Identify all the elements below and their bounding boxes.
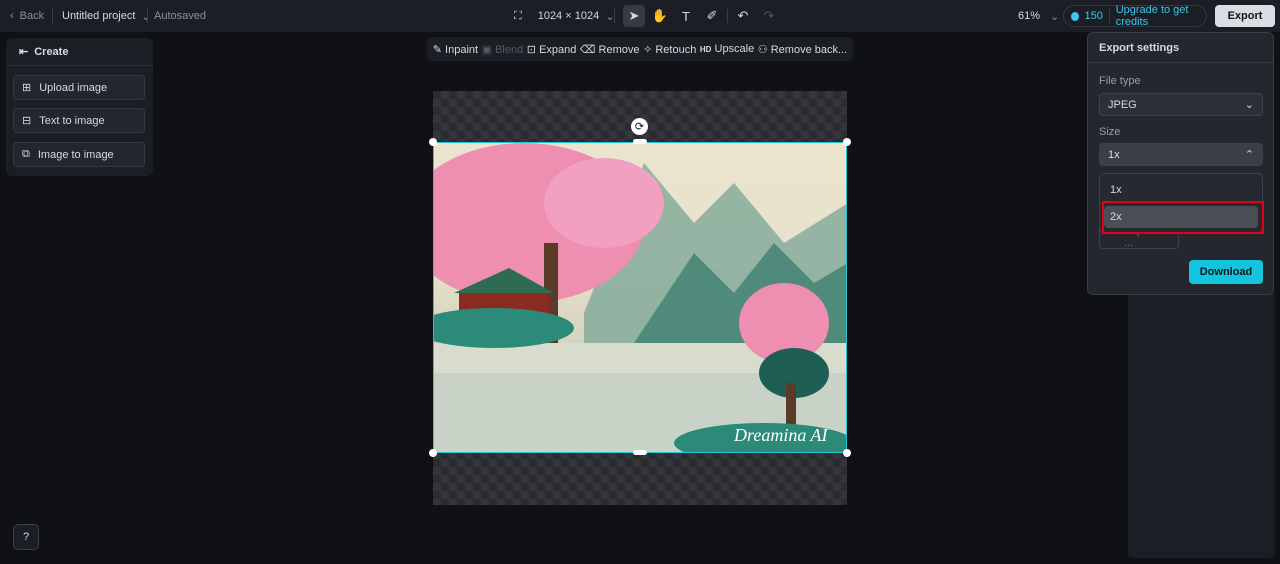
divider: [727, 9, 728, 23]
inpaint-icon: ✎: [432, 43, 442, 56]
text-tool-icon[interactable]: T: [675, 5, 697, 27]
remove-button[interactable]: ⌫ Remove: [580, 43, 640, 56]
text-to-image-button[interactable]: ⊟ Text to image: [13, 108, 145, 133]
download-button[interactable]: Download: [1189, 260, 1263, 284]
file-type-label: File type: [1099, 75, 1141, 87]
expand-button[interactable]: ⊡ Expand: [527, 43, 577, 56]
resize-icon: ⛶: [514, 9, 522, 22]
label: Upscale: [714, 43, 755, 55]
hd-icon: HD: [699, 45, 712, 54]
hand-tool-icon[interactable]: ✋: [649, 5, 671, 27]
autosaved-status: Autosaved: [154, 10, 206, 22]
redo-icon[interactable]: ↷: [758, 5, 780, 27]
project-name-dropdown[interactable]: Untitled project ⌄: [62, 0, 151, 32]
image-image-icon: ⧉: [22, 148, 30, 160]
chevron-left-icon: ‹: [10, 10, 14, 22]
resize-handle[interactable]: [429, 138, 437, 146]
divider: [1108, 9, 1110, 23]
upload-icon: ⊞: [22, 82, 32, 94]
remove-bg-icon: ⚇: [757, 43, 768, 56]
highlight-box: [1102, 201, 1264, 234]
edit-toolbar: ✎ Inpaint ▣ Blend ⊡ Expand ⌫ Remove ✧ Re…: [427, 37, 853, 61]
expand-icon: ⊡: [526, 43, 536, 56]
divider: [52, 9, 53, 23]
size-label: Size: [1099, 126, 1121, 138]
chevron-down-icon: ⌄: [141, 10, 151, 23]
label: Expand: [539, 43, 577, 56]
help-button[interactable]: ?: [13, 524, 39, 550]
label: Inpaint: [445, 43, 479, 56]
canvas-image[interactable]: Dreamina AI: [433, 142, 847, 453]
panel-title: Export settings: [1088, 33, 1273, 63]
value: 1x: [1108, 148, 1120, 161]
canvas-size: 1024 × 1024: [537, 10, 600, 22]
chevron-down-icon: ⌄: [1050, 10, 1060, 23]
blend-icon: ▣: [481, 43, 493, 56]
help-icon: ?: [22, 531, 30, 543]
undo-icon[interactable]: ↶: [732, 5, 754, 27]
label: Image to image: [37, 148, 114, 161]
resize-handle[interactable]: [633, 450, 647, 455]
watermark: Dreamina AI: [733, 425, 828, 445]
blend-button[interactable]: ▣ Blend: [482, 43, 524, 56]
resize-handle[interactable]: [843, 138, 851, 146]
label: Remove: [598, 43, 640, 56]
resize-handle[interactable]: [633, 139, 647, 144]
back-button[interactable]: ‹ Back: [10, 0, 44, 32]
resize-handle[interactable]: [843, 449, 851, 457]
label: Blend: [495, 43, 524, 56]
divider: [147, 9, 148, 23]
project-name: Untitled project: [62, 10, 136, 22]
retouch-button[interactable]: ✧ Retouch: [643, 43, 696, 56]
chevron-up-icon: ⌃: [1244, 149, 1254, 161]
eraser-icon: ⌫: [579, 43, 596, 56]
create-panel: ⇤ Create ⊞ Upload image ⊟ Text to image ⧉ Im…: [6, 38, 153, 176]
size-select[interactable]: 1x ⌃: [1099, 143, 1263, 166]
canvas-size-dropdown[interactable]: ⛶ 1024 × 1024 ⌄: [514, 0, 614, 32]
label: Upload image: [39, 81, 108, 94]
text-image-icon: ⊟: [22, 115, 32, 127]
credits-badge[interactable]: 150 Upgrade to get credits: [1063, 4, 1207, 28]
inpaint-button[interactable]: ✎ Inpaint: [433, 43, 478, 56]
label: Remove back...: [770, 43, 848, 56]
rotate-icon[interactable]: ⟳: [631, 118, 648, 135]
file-type-select[interactable]: JPEG ⌄: [1099, 93, 1263, 116]
label: 1x: [1110, 184, 1122, 196]
credits-count: 150: [1084, 10, 1103, 22]
divider: [614, 9, 615, 23]
collapse-icon[interactable]: ⇤: [19, 45, 28, 58]
resize-handle[interactable]: [429, 449, 437, 457]
zoom-level: 61%: [1018, 10, 1041, 22]
label: Retouch: [655, 43, 697, 56]
export-settings-panel: Export settings File type JPEG ⌄ Size 1x ⌃…: [1087, 32, 1274, 295]
label: Text to image: [39, 114, 105, 127]
top-bar: ‹ Back Untitled project ⌄ Autosaved ⛶ 1024 …: [0, 0, 1280, 32]
upscale-button[interactable]: HD Upscale: [700, 43, 754, 55]
upload-image-button[interactable]: ⊞ Upload image: [13, 75, 145, 100]
upgrade-link[interactable]: Upgrade to get credits: [1116, 4, 1206, 28]
retouch-icon: ✧: [643, 43, 653, 56]
right-panel: [1128, 290, 1275, 558]
remove-background-button[interactable]: ⚇ Remove back...: [758, 43, 847, 56]
zoom-dropdown[interactable]: 61% ⌄: [1018, 0, 1059, 32]
size-option-1x[interactable]: 1x: [1104, 179, 1258, 201]
chevron-down-icon: ⌄: [1244, 99, 1254, 111]
credits-icon: [1071, 11, 1079, 21]
panel-title: Create: [34, 45, 69, 58]
brush-tool-icon[interactable]: ✐: [701, 5, 723, 27]
value: JPEG: [1108, 98, 1137, 111]
export-button[interactable]: Export: [1215, 5, 1275, 27]
select-tool-icon[interactable]: ➤: [623, 5, 645, 27]
landscape-painting: Dreamina AI: [434, 143, 846, 452]
image-to-image-button[interactable]: ⧉ Image to image: [13, 142, 145, 167]
